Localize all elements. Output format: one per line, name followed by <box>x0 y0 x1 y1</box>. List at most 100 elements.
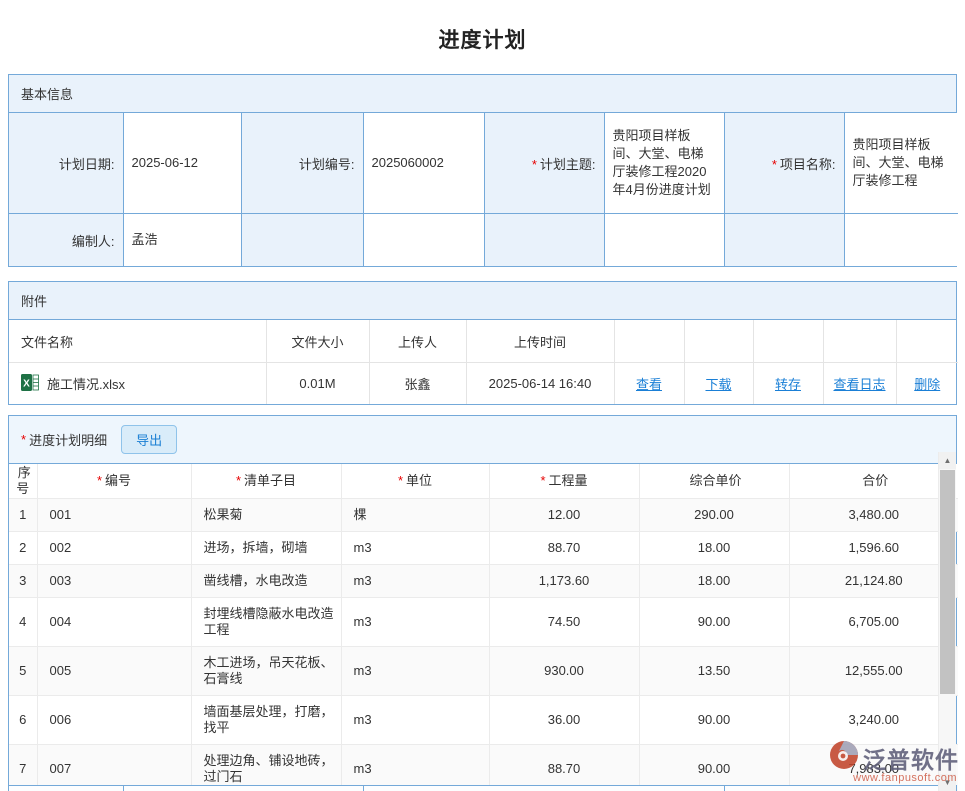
details-table: 序号 *编号 *清单子目 *单位 *工程量 综合单价 合价 1 001 松果菊 … <box>9 464 958 791</box>
delete-link[interactable]: 删除 <box>914 377 940 392</box>
plan-subject-value: 贵阳项目样板间、大堂、电梯厅装修工程2020年4月份进度计划 <box>604 113 724 214</box>
row-code: 001 <box>37 499 191 532</box>
basic-info-section-header: 基本信息 <box>9 75 956 113</box>
plan-date-label: 计划日期: <box>9 113 123 214</box>
row-total: 21,124.80 <box>789 565 958 598</box>
row-no: 6 <box>9 696 37 745</box>
row-unit: m3 <box>341 647 489 696</box>
transfer-save-link[interactable]: 转存 <box>775 377 801 392</box>
basic-info-section: 基本信息 计划日期: 2025-06-12 计划编号: 2025060002 *… <box>8 74 957 267</box>
row-item: 进场，拆墙，砌墙 <box>191 532 341 565</box>
attachments-section: 附件 文件名称 文件大小 上传人 上传时间 X <box>8 281 957 405</box>
row-unit-price: 90.00 <box>639 598 789 647</box>
scrollbar-thumb[interactable] <box>940 470 955 694</box>
compiler-label: 编制人: <box>9 214 123 267</box>
no-column-header: 序号 <box>9 464 37 499</box>
row-unit: m3 <box>341 598 489 647</box>
row-item: 封埋线槽隐蔽水电改造工程 <box>191 598 341 647</box>
action-column-header-empty <box>684 320 753 363</box>
row-total: 3,240.00 <box>789 696 958 745</box>
attachments-table: 文件名称 文件大小 上传人 上传时间 X <box>9 320 958 404</box>
attachment-row: X 施工情况.xlsx 0.01M 张鑫 2025-06-14 16:40 查看… <box>9 363 958 405</box>
row-unit-price: 90.00 <box>639 696 789 745</box>
scroll-down-icon[interactable]: ▼ <box>939 774 956 791</box>
page-title: 进度计划 <box>0 0 965 74</box>
row-no: 4 <box>9 598 37 647</box>
compiler-value: 孟浩 <box>123 214 241 267</box>
view-log-link[interactable]: 查看日志 <box>833 377 885 392</box>
row-unit: m3 <box>341 565 489 598</box>
empty-value-cell <box>363 214 484 267</box>
empty-value-cell <box>844 214 958 267</box>
upload-time-column-header: 上传时间 <box>466 320 614 363</box>
row-unit-price: 18.00 <box>639 532 789 565</box>
action-column-header-empty <box>614 320 684 363</box>
row-code: 002 <box>37 532 191 565</box>
row-item: 墙面基层处理，打磨，找平 <box>191 696 341 745</box>
project-name-label: *项目名称: <box>724 113 844 214</box>
row-no: 3 <box>9 565 37 598</box>
plan-number-value: 2025060002 <box>363 113 484 214</box>
basic-info-table: 计划日期: 2025-06-12 计划编号: 2025060002 *计划主题:… <box>9 113 958 266</box>
table-row: 6 006 墙面基层处理，打磨，找平 m3 36.00 90.00 3,240.… <box>9 696 958 745</box>
upload-time-cell: 2025-06-14 16:40 <box>466 363 614 405</box>
row-quantity: 1,173.60 <box>489 565 639 598</box>
uploader-column-header: 上传人 <box>369 320 466 363</box>
action-cell: 查看日志 <box>823 363 896 405</box>
details-section: * 进度计划明细 导出 序号 *编号 *清单子目 *单位 *工程量 综合单价 合… <box>8 415 957 791</box>
basic-info-row-2: 编制人: 孟浩 <box>9 214 958 267</box>
row-unit-price: 18.00 <box>639 565 789 598</box>
attachments-header-row: 文件名称 文件大小 上传人 上传时间 <box>9 320 958 363</box>
row-code: 004 <box>37 598 191 647</box>
row-no: 1 <box>9 499 37 532</box>
uploader-cell: 张鑫 <box>369 363 466 405</box>
project-name-value: 贵阳项目样板间、大堂、电梯厅装修工程 <box>844 113 958 214</box>
file-name-text: 施工情况.xlsx <box>47 374 125 393</box>
row-total: 3,480.00 <box>789 499 958 532</box>
table-row: 5 005 木工进场，吊天花板、石膏线 m3 930.00 13.50 12,5… <box>9 647 958 696</box>
row-item: 木工进场，吊天花板、石膏线 <box>191 647 341 696</box>
row-item: 凿线槽，水电改造 <box>191 565 341 598</box>
row-no: 5 <box>9 647 37 696</box>
empty-value-cell <box>604 214 724 267</box>
details-section-title: 进度计划明细 <box>29 430 107 449</box>
download-link[interactable]: 下载 <box>705 377 731 392</box>
view-link[interactable]: 查看 <box>636 377 662 392</box>
row-quantity: 930.00 <box>489 647 639 696</box>
plan-number-label: 计划编号: <box>241 113 363 214</box>
scroll-up-icon[interactable]: ▲ <box>939 452 956 469</box>
table-row: 1 001 松果菊 棵 12.00 290.00 3,480.00 <box>9 499 958 532</box>
basic-info-row-1: 计划日期: 2025-06-12 计划编号: 2025060002 *计划主题:… <box>9 113 958 214</box>
table-row: 4 004 封埋线槽隐蔽水电改造工程 m3 74.50 90.00 6,705.… <box>9 598 958 647</box>
row-code: 005 <box>37 647 191 696</box>
action-column-header-empty <box>753 320 823 363</box>
empty-label-cell <box>484 214 604 267</box>
action-cell: 查看 <box>614 363 684 405</box>
item-column-header: *清单子目 <box>191 464 341 499</box>
details-section-header: * 进度计划明细 导出 <box>9 416 956 464</box>
row-total: 1,596.60 <box>789 532 958 565</box>
details-header-row: 序号 *编号 *清单子目 *单位 *工程量 综合单价 合价 <box>9 464 958 499</box>
row-code: 006 <box>37 696 191 745</box>
row-total: 6,705.00 <box>789 598 958 647</box>
action-column-header-empty <box>896 320 958 363</box>
table-row: 3 003 凿线槽，水电改造 m3 1,173.60 18.00 21,124.… <box>9 565 958 598</box>
action-cell: 下载 <box>684 363 753 405</box>
row-quantity: 74.50 <box>489 598 639 647</box>
action-cell: 转存 <box>753 363 823 405</box>
details-scrollbar[interactable]: ▲ ▼ <box>938 452 956 791</box>
empty-label-cell <box>241 214 363 267</box>
code-column-header: *编号 <box>37 464 191 499</box>
export-button[interactable]: 导出 <box>121 425 177 454</box>
plan-subject-label: *计划主题: <box>484 113 604 214</box>
row-quantity: 12.00 <box>489 499 639 532</box>
unit-price-column-header: 综合单价 <box>639 464 789 499</box>
row-unit-price: 13.50 <box>639 647 789 696</box>
excel-file-icon: X <box>21 374 39 394</box>
clipped-next-row <box>8 785 957 791</box>
row-unit: m3 <box>341 532 489 565</box>
table-row: 2 002 进场，拆墙，砌墙 m3 88.70 18.00 1,596.60 <box>9 532 958 565</box>
row-unit-price: 290.00 <box>639 499 789 532</box>
row-quantity: 88.70 <box>489 532 639 565</box>
row-total: 12,555.00 <box>789 647 958 696</box>
